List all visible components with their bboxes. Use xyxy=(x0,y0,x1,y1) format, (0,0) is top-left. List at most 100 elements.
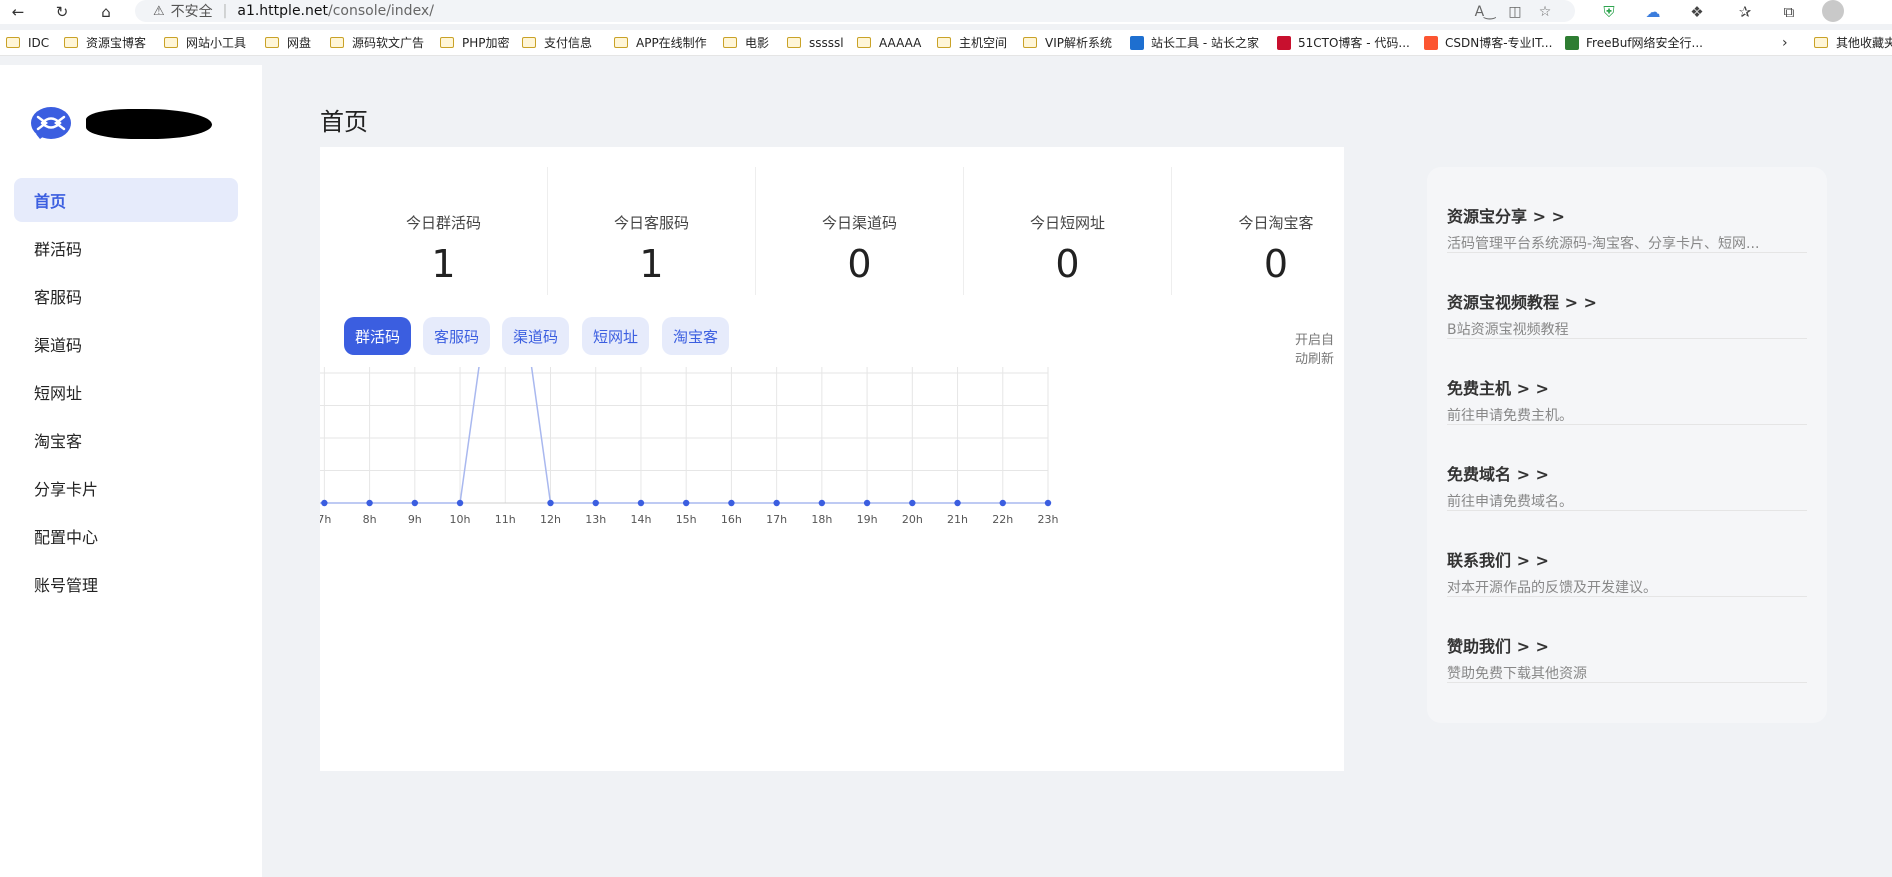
resource-link[interactable]: 资源宝分享 > > 活码管理平台系统源码-淘宝客、分享卡片、短网... xyxy=(1447,167,1807,253)
browser-toolbar: ← ↻ ⌂ ⚠ 不安全 | a1.httple.net /console/ind… xyxy=(0,0,1892,24)
data-point xyxy=(818,499,826,507)
sidebar-item[interactable]: 首页 xyxy=(14,178,238,222)
favorites-icon[interactable]: ✰ xyxy=(1734,1,1756,23)
resource-link-title[interactable]: 免费主机 > > xyxy=(1447,375,1549,399)
x-tick-label: 10h xyxy=(450,513,471,526)
x-tick-label: 22h xyxy=(992,513,1013,526)
stat-value: 0 xyxy=(1263,242,1289,286)
data-point xyxy=(366,499,373,507)
address-bar[interactable]: ⚠ 不安全 | a1.httple.net /console/index/ A‿… xyxy=(135,0,1575,22)
other-bookmarks-folder[interactable]: 其他收藏夹 xyxy=(1814,34,1892,51)
bookmark-label: AAAAA xyxy=(879,35,922,50)
sidebar-item[interactable]: 群活码 xyxy=(14,226,238,270)
bookmark-item[interactable]: 电影 xyxy=(723,34,769,51)
sidebar-item[interactable]: 渠道码 xyxy=(14,322,238,366)
chart-tab[interactable]: 短网址 xyxy=(582,317,649,355)
chart-tab[interactable]: 客服码 xyxy=(423,317,490,355)
bookmark-label: CSDN博客-专业IT... xyxy=(1445,36,1553,50)
bookmark-item[interactable]: 51CTO博客 - 代码... xyxy=(1277,34,1410,51)
sidebar-item[interactable]: 分享卡片 xyxy=(14,466,238,510)
sidebar-item[interactable]: 账号管理 xyxy=(14,562,238,606)
bookmark-item[interactable]: 网盘 xyxy=(265,34,311,51)
collections-icon[interactable]: ⧉ xyxy=(1778,1,1800,23)
chart-tab[interactable]: 渠道码 xyxy=(502,317,569,355)
resource-link[interactable]: 资源宝视频教程 > > B站资源宝视频教程 xyxy=(1447,253,1807,339)
bookmark-label: 网站小工具 xyxy=(186,36,247,50)
sidebar-item[interactable]: 客服码 xyxy=(14,274,238,318)
resource-link-title[interactable]: 免费域名 > > xyxy=(1447,461,1549,485)
url-host: a1.httple.net xyxy=(237,3,328,19)
stat-value: 1 xyxy=(639,242,664,286)
extensions-puzzle-icon[interactable]: ❖ xyxy=(1686,1,1708,23)
chart-tab[interactable]: 群活码 xyxy=(344,317,411,355)
data-point xyxy=(863,499,871,507)
bookmark-item[interactable]: VIP解析系统 xyxy=(1023,34,1112,51)
folder-icon xyxy=(1814,37,1828,48)
data-point xyxy=(682,499,690,507)
bookmark-item[interactable]: FreeBuf网络安全行... xyxy=(1565,34,1703,51)
favorite-star-icon[interactable]: ☆ xyxy=(1535,2,1555,22)
site-favicon-icon xyxy=(1130,35,1144,50)
x-tick-label: 18h xyxy=(811,513,832,526)
auto-refresh-toggle[interactable]: 开启自动刷新 xyxy=(1295,329,1344,367)
bookmark-item[interactable]: PHP加密 xyxy=(440,34,510,51)
bookmark-item[interactable]: 支付信息 xyxy=(522,34,592,51)
bookmark-label: 51CTO博客 - 代码... xyxy=(1298,36,1410,50)
data-point xyxy=(456,499,464,507)
bookmark-item[interactable]: sssssl xyxy=(787,36,844,50)
resource-link-title[interactable]: 赞助我们 > > xyxy=(1447,633,1549,657)
shield-extension-icon[interactable]: ⛨ xyxy=(1598,1,1620,23)
bookmark-item[interactable]: IDC xyxy=(6,36,49,50)
bookmarks-overflow-chevron-icon[interactable]: › xyxy=(1782,35,1788,51)
bookmark-item[interactable]: 源码软文广告 xyxy=(330,34,424,51)
folder-icon xyxy=(265,37,279,48)
resource-link-title[interactable]: 资源宝分享 > > xyxy=(1447,203,1565,227)
split-screen-icon[interactable]: ◫ xyxy=(1505,2,1525,22)
stat-label: 今日淘宝客 xyxy=(1238,214,1314,232)
profile-avatar[interactable] xyxy=(1822,0,1844,22)
home-icon[interactable]: ⌂ xyxy=(94,0,118,24)
back-arrow-icon[interactable]: ← xyxy=(6,0,30,24)
bookmark-label: 主机空间 xyxy=(959,36,1008,50)
resource-link[interactable]: 联系我们 > > 对本开源作品的反馈及开发建议。 xyxy=(1447,511,1807,597)
data-point xyxy=(321,499,328,507)
resource-link-title[interactable]: 联系我们 > > xyxy=(1447,547,1549,571)
bookmark-label: 网盘 xyxy=(287,36,312,50)
sidebar-item[interactable]: 短网址 xyxy=(14,370,238,414)
sidebar-item[interactable]: 配置中心 xyxy=(14,514,238,558)
insecure-label: 不安全 xyxy=(170,4,213,20)
bookmark-item[interactable]: 主机空间 xyxy=(937,34,1007,51)
data-point xyxy=(1044,499,1052,507)
resource-link-title[interactable]: 资源宝视频教程 > > xyxy=(1447,289,1597,313)
bookmark-item[interactable]: 网站小工具 xyxy=(164,34,246,51)
stat-value: 1 xyxy=(431,242,456,286)
bookmark-item[interactable]: APP在线制作 xyxy=(614,34,707,51)
line-chart: 00.10.20.30.40.50.60.70.80.91.01h2h3h4h5… xyxy=(320,367,1059,526)
x-tick-label: 21h xyxy=(947,513,968,526)
refresh-icon[interactable]: ↻ xyxy=(50,0,74,24)
bookmark-item[interactable]: 资源宝博客 xyxy=(64,34,146,51)
bookmark-label: 资源宝博客 xyxy=(86,36,147,50)
folder-icon xyxy=(857,37,871,48)
resource-link[interactable]: 赞助我们 > > 赞助免费下载其他资源 xyxy=(1447,597,1807,683)
bookmark-item[interactable]: 站长工具 - 站长之家 xyxy=(1130,34,1259,51)
stat-card: 今日短网址 0 xyxy=(964,167,1172,295)
cloud-extension-icon[interactable]: ☁ xyxy=(1642,1,1664,23)
data-point xyxy=(954,499,961,507)
folder-icon xyxy=(723,37,737,48)
bookmark-label: 其他收藏夹 xyxy=(1836,36,1892,50)
url-path: /console/index/ xyxy=(327,3,434,19)
stat-card: 今日渠道码 0 xyxy=(756,167,964,295)
sidebar-item[interactable]: 淘宝客 xyxy=(14,418,238,462)
resource-link[interactable]: 免费域名 > > 前往申请免费域名。 xyxy=(1447,425,1807,511)
resource-link-desc: 赞助免费下载其他资源 xyxy=(1447,666,1587,682)
stat-card: 今日淘宝客 0 xyxy=(1172,167,1380,295)
bookmark-item[interactable]: CSDN博客-专业IT... xyxy=(1424,34,1552,51)
x-tick-label: 16h xyxy=(721,513,742,526)
data-point xyxy=(773,499,780,507)
bookmark-item[interactable]: AAAAA xyxy=(857,36,921,50)
resource-link[interactable]: 免费主机 > > 前往申请免费主机。 xyxy=(1447,339,1807,425)
read-aloud-icon[interactable]: A‿ xyxy=(1475,2,1496,22)
bookmark-label: APP在线制作 xyxy=(636,36,707,50)
chart-tab[interactable]: 淘宝客 xyxy=(662,317,729,355)
